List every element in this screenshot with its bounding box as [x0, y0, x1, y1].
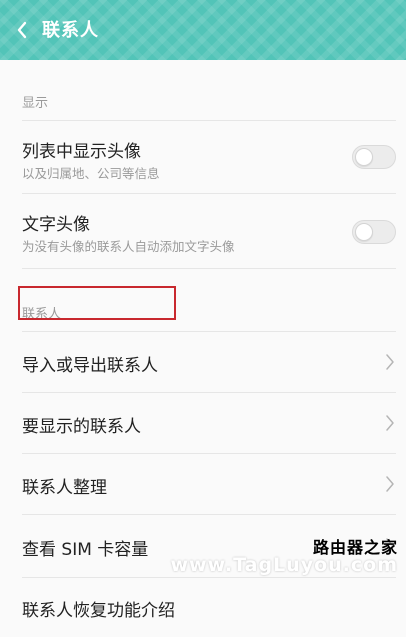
- menu-item-restore-intro[interactable]: 联系人恢复功能介绍: [0, 578, 406, 637]
- setting-subtitle: 为没有头像的联系人自动添加文字头像: [22, 239, 235, 254]
- setting-title: 列表中显示头像: [22, 142, 141, 162]
- setting-subtitle: 以及归属地、公司等信息: [22, 166, 160, 181]
- setting-show-avatar[interactable]: 列表中显示头像 以及归属地、公司等信息: [0, 121, 406, 193]
- menu-item-import-export[interactable]: 导入或导出联系人: [0, 332, 406, 392]
- setting-text-avatar[interactable]: 文字头像 为没有头像的联系人自动添加文字头像: [0, 194, 406, 268]
- menu-item-label: 查看 SIM 卡容量: [22, 540, 149, 560]
- toggle-knob: [355, 223, 373, 241]
- chevron-right-icon: [386, 476, 394, 492]
- back-button[interactable]: [6, 14, 38, 46]
- toggle-knob: [355, 148, 373, 166]
- text-avatar-toggle[interactable]: [352, 220, 396, 244]
- chevron-right-icon: [386, 354, 394, 370]
- section-label-display: 显示: [22, 96, 49, 111]
- menu-item-label: 联系人整理: [22, 478, 107, 498]
- highlight-annotation: [18, 286, 176, 320]
- watermark-en: www.TagLuyou.com: [170, 554, 398, 576]
- menu-item-display-contacts[interactable]: 要显示的联系人: [0, 393, 406, 453]
- menu-item-label: 要显示的联系人: [22, 417, 141, 437]
- divider: [22, 268, 396, 269]
- menu-item-label: 导入或导出联系人: [22, 356, 158, 376]
- setting-title: 文字头像: [22, 215, 90, 235]
- page-title: 联系人: [42, 20, 99, 41]
- menu-item-label: 联系人恢复功能介绍: [22, 601, 175, 621]
- watermark: 路由器之家 www.TagLuyou.com: [170, 534, 398, 576]
- menu-item-organize[interactable]: 联系人整理: [0, 454, 406, 514]
- chevron-left-icon: [17, 21, 27, 39]
- show-avatar-toggle[interactable]: [352, 145, 396, 169]
- chevron-right-icon: [386, 415, 394, 431]
- app-header: 联系人: [0, 0, 406, 60]
